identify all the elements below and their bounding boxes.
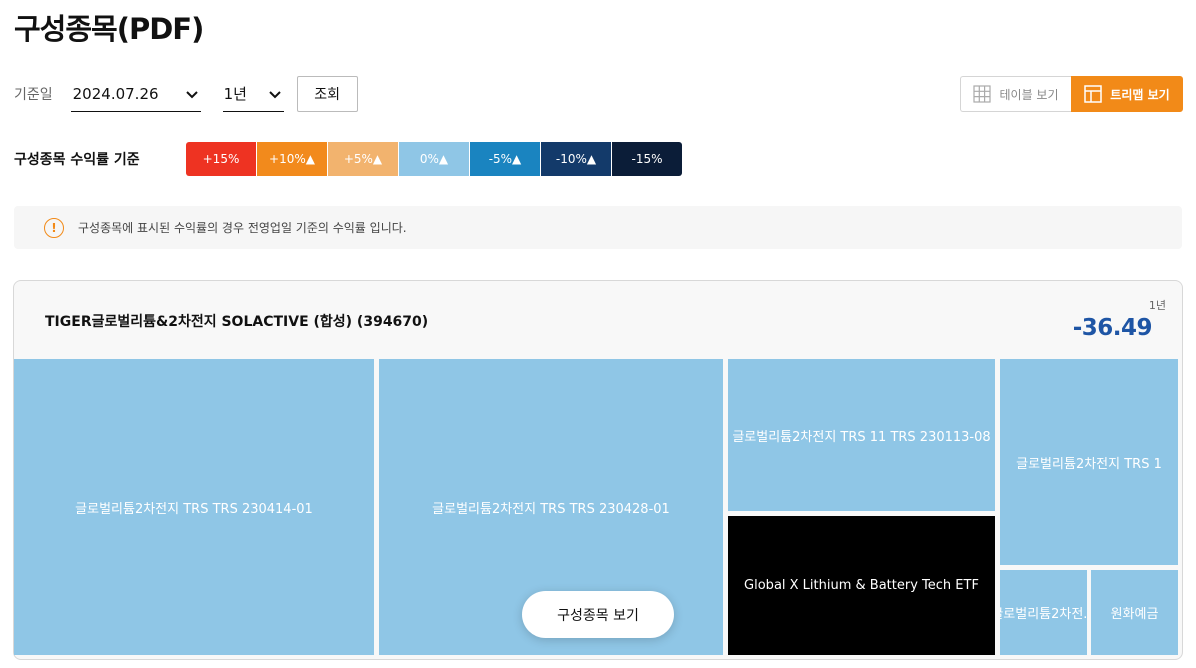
date-label: 기준일 xyxy=(14,87,53,103)
legend-chips: +15% +10%▲ +5%▲ 0%▲ -5%▲ -10%▲ -15% xyxy=(186,142,682,176)
treemap-view-button[interactable]: 트리맵 보기 xyxy=(1071,76,1183,112)
table-view-button[interactable]: 테이블 보기 xyxy=(960,76,1071,112)
treemap-tile[interactable]: 글로벌리튬2차전... xyxy=(1000,570,1087,655)
legend-chip: +10%▲ xyxy=(257,142,327,176)
table-icon xyxy=(973,85,992,103)
chevron-down-icon xyxy=(268,91,281,99)
treemap-tile[interactable]: 원화예금 xyxy=(1091,570,1178,655)
legend-chip: +5%▲ xyxy=(328,142,398,176)
treemap-icon xyxy=(1084,85,1103,103)
date-value: 2024.07.26 xyxy=(72,84,159,103)
fund-period-label: 1년 xyxy=(1148,299,1166,312)
treemap-tile[interactable]: 글로벌리튬2차전지 TRS TRS 230414-01 xyxy=(14,359,374,655)
fund-name: TIGER글로벌리튬&2차전지 SOLACTIVE (합성) (394670) xyxy=(45,314,429,330)
notice-text: 구성종목에 표시된 수익률의 경우 전영업일 기준의 수익률 입니다. xyxy=(78,221,407,235)
period-value: 1년 xyxy=(223,85,247,103)
fund-return-value: -36.49 xyxy=(1072,315,1153,341)
return-legend: 구성종목 수익률 기준 +15% +10%▲ +5%▲ 0%▲ -5%▲ -10%▲ -15… xyxy=(14,142,682,176)
legend-chip: +15% xyxy=(186,142,256,176)
legend-chip: -5%▲ xyxy=(470,142,540,176)
treemap-view-label: 트리맵 보기 xyxy=(1110,87,1170,102)
search-button[interactable]: 조회 xyxy=(296,76,358,112)
legend-chip: -10%▲ xyxy=(541,142,611,176)
warning-icon: ! xyxy=(44,217,64,238)
legend-title: 구성종목 수익률 기준 xyxy=(14,152,140,168)
date-select[interactable]: 2024.07.26 xyxy=(70,76,201,112)
chevron-down-icon xyxy=(185,91,198,99)
legend-chip: 0%▲ xyxy=(399,142,469,176)
view-toggle: 테이블 보기 트리맵 보기 xyxy=(960,76,1183,112)
page-title: 구성종목(PDF) xyxy=(14,12,204,46)
notice-banner: ! 구성종목에 표시된 수익률의 경우 전영업일 기준의 수익률 입니다. xyxy=(14,206,1182,249)
treemap-tile[interactable]: 글로벌리튬2차전지 TRS 11 TRS 230113-08 xyxy=(728,359,995,511)
table-view-label: 테이블 보기 xyxy=(999,87,1059,102)
period-select[interactable]: 1년 xyxy=(222,76,284,112)
treemap-tile[interactable]: Global X Lithium & Battery Tech ETF xyxy=(728,516,995,655)
filter-bar: 기준일 2024.07.26 1년 조회 xyxy=(14,76,358,112)
legend-chip: -15% xyxy=(612,142,682,176)
view-holdings-button[interactable]: 구성종목 보기 xyxy=(522,591,674,638)
treemap-tile[interactable]: 글로벌리튬2차전지 TRS 1 xyxy=(1000,359,1178,565)
